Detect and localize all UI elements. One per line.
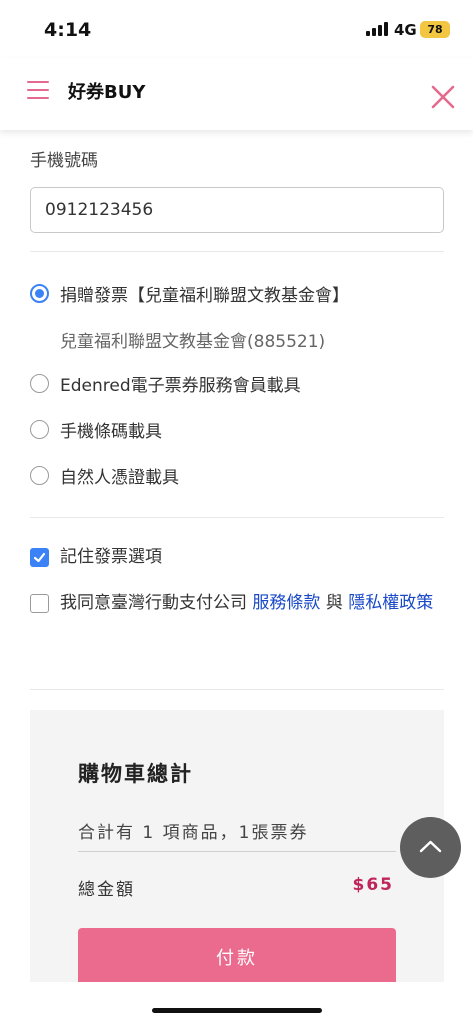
radio-checked-icon[interactable] bbox=[30, 283, 49, 303]
chevron-up-icon bbox=[419, 840, 442, 853]
invoice-option-label: 捐贈發票【兒童福利聯盟文教基金會】 bbox=[60, 285, 349, 306]
invoice-option-label: Edenred電子票券服務會員載具 bbox=[60, 375, 301, 396]
summary-divider bbox=[78, 851, 396, 852]
agreement-joiner: 與 bbox=[325, 593, 343, 613]
donation-organization: 兒童福利聯盟文教基金會(885521) bbox=[60, 332, 326, 352]
home-indicator bbox=[152, 1008, 322, 1013]
invoice-option-label: 手機條碼載具 bbox=[60, 421, 162, 442]
privacy-link[interactable]: 隱私權政策 bbox=[348, 593, 433, 613]
divider bbox=[30, 251, 444, 252]
phone-input[interactable] bbox=[30, 187, 444, 233]
invoice-option-edenred[interactable]: Edenred電子票券服務會員載具 bbox=[30, 371, 301, 396]
agreement-text: 我同意臺灣行動支付公司 服務條款 與 隱私權政策 bbox=[60, 581, 446, 625]
status-time: 4:14 bbox=[44, 19, 92, 41]
checkbox-icon[interactable] bbox=[30, 594, 49, 613]
pay-button[interactable]: 付款 bbox=[78, 928, 396, 982]
battery-icon: 78 bbox=[420, 21, 450, 38]
invoice-option-mobile-barcode[interactable]: 手機條碼載具 bbox=[30, 417, 162, 442]
status-bar: 4:14 4G 78 bbox=[0, 0, 473, 58]
phone-label: 手機號碼 bbox=[30, 151, 98, 171]
invoice-option-donate[interactable]: 捐贈發票【兒童福利聯盟文教基金會】 bbox=[30, 281, 349, 306]
radio-icon[interactable] bbox=[30, 419, 49, 439]
divider bbox=[30, 689, 444, 690]
radio-icon[interactable] bbox=[30, 465, 49, 485]
agreement-prefix: 我同意臺灣行動支付公司 bbox=[60, 593, 247, 613]
hamburger-menu-icon[interactable] bbox=[27, 81, 49, 99]
remember-label: 記住發票選項 bbox=[60, 547, 162, 567]
network-type: 4G bbox=[394, 21, 417, 39]
signal-icon bbox=[366, 22, 388, 36]
battery-level: 78 bbox=[427, 23, 443, 36]
total-label: 總金額 bbox=[78, 880, 135, 900]
invoice-option-label: 自然人憑證載具 bbox=[60, 467, 179, 488]
divider bbox=[30, 517, 444, 518]
terms-link[interactable]: 服務條款 bbox=[252, 593, 320, 613]
total-amount: $65 bbox=[352, 875, 394, 895]
cart-summary-title: 購物車總計 bbox=[78, 762, 193, 786]
agreement-option[interactable]: 我同意臺灣行動支付公司 服務條款 與 隱私權政策 bbox=[30, 591, 446, 625]
cart-summary-card: 購物車總計 合計有 1 項商品，1張票券 總金額 $65 付款 bbox=[30, 710, 444, 982]
scroll-to-top-button[interactable] bbox=[400, 817, 461, 878]
checkbox-checked-icon[interactable] bbox=[30, 548, 49, 567]
cart-item-count: 合計有 1 項商品，1張票券 bbox=[78, 823, 309, 843]
app-header: 好券BUY bbox=[0, 58, 473, 130]
close-icon[interactable] bbox=[431, 85, 455, 109]
app-title: 好券BUY bbox=[68, 82, 146, 103]
invoice-option-citizen-cert[interactable]: 自然人憑證載具 bbox=[30, 463, 179, 488]
radio-icon[interactable] bbox=[30, 373, 49, 393]
remember-invoice-option[interactable]: 記住發票選項 bbox=[30, 545, 446, 579]
